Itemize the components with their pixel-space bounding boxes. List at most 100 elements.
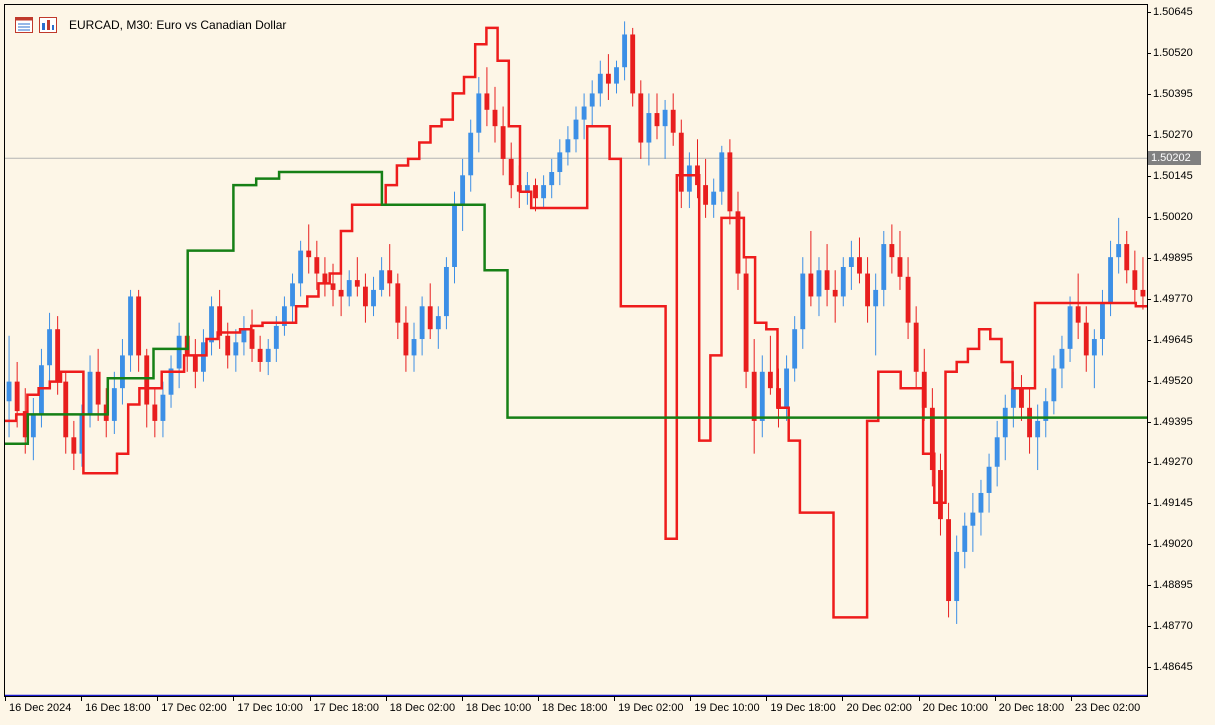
candle-body: [622, 34, 628, 68]
price-tick-label: 1.50145: [1153, 169, 1193, 182]
candle-body: [719, 152, 725, 192]
price-tick-label: 1.49145: [1153, 497, 1193, 510]
chart-properties-icon[interactable]: [39, 17, 57, 33]
chart-area[interactable]: EURCAD, M30: Euro vs Canadian Dollar: [4, 4, 1148, 697]
candle-body: [1124, 244, 1130, 271]
candle-body: [1051, 368, 1057, 402]
candle-body: [686, 165, 692, 192]
candle-body: [840, 266, 846, 297]
candle-body: [233, 342, 239, 356]
time-tick-label: 17 Dec 18:00: [313, 702, 379, 714]
candle-body: [954, 551, 960, 602]
price-tick-label: 1.49895: [1153, 251, 1193, 264]
candle-body: [298, 250, 304, 284]
candle-body: [152, 404, 158, 421]
time-tick-label: 20 Dec 02:00: [846, 702, 912, 714]
candle-body: [897, 257, 903, 277]
candle-body: [71, 437, 77, 454]
candle-body: [87, 371, 93, 415]
candle-body: [387, 270, 393, 284]
candle-body: [1100, 303, 1105, 340]
candle-body: [905, 276, 911, 323]
candle-body: [889, 244, 895, 258]
candle-body: [6, 381, 12, 402]
candle-body: [403, 322, 409, 356]
candle-body: [986, 466, 992, 493]
candle-body: [176, 335, 182, 369]
candle-body: [735, 211, 741, 274]
candle-body: [759, 371, 765, 421]
time-scale[interactable]: 16 Dec 2024 16 Dec 18:00 17 Dec 02:00 17 De…: [0, 696, 1147, 725]
candle-body: [703, 185, 709, 205]
price-tick-label: 1.50520: [1153, 47, 1193, 60]
candle-body: [290, 283, 295, 307]
price-tick-label: 1.49270: [1153, 456, 1193, 469]
candle-body: [460, 175, 466, 205]
candle-body: [492, 109, 498, 127]
candle-body: [541, 185, 547, 199]
candle-body: [962, 525, 968, 552]
price-tick-label: 1.48770: [1153, 620, 1193, 633]
candle-body: [322, 273, 328, 284]
candle-body: [857, 257, 862, 274]
time-tick-label: 20 Dec 18:00: [998, 702, 1065, 714]
candle-body: [95, 371, 101, 405]
candle-body: [63, 381, 69, 438]
symbol-title: EURCAD, M30: Euro vs Canadian Dollar: [69, 18, 287, 32]
candle-body: [881, 244, 887, 290]
price-chart[interactable]: [5, 5, 1147, 696]
time-tick-label: 18 Dec 02:00: [389, 702, 456, 714]
candle-body: [654, 113, 660, 127]
price-tick: 1.50645: [1147, 6, 1215, 19]
price-tick: 1.50270: [1147, 129, 1215, 142]
candle-body: [727, 152, 733, 212]
price-tick: 1.49270: [1147, 456, 1215, 469]
chart-header: EURCAD, M30: Euro vs Canadian Dollar: [15, 15, 286, 35]
candle-body: [792, 329, 798, 369]
time-tick-label: 16 Dec 2024: [9, 702, 72, 714]
price-tick-label: 1.48895: [1153, 579, 1193, 592]
candle-body: [784, 368, 790, 408]
candle-body: [573, 119, 579, 140]
price-tick-label: 1.49645: [1153, 333, 1193, 346]
table-icon[interactable]: [15, 17, 33, 33]
candle-body: [800, 273, 806, 330]
candle-body: [192, 355, 198, 372]
candle-body: [314, 257, 320, 274]
price-tick: 1.48895: [1147, 579, 1215, 592]
candle-body: [816, 270, 822, 297]
candle-body: [581, 106, 587, 120]
candle-body: [338, 289, 344, 297]
candle-body: [128, 296, 133, 356]
candle-body: [1075, 306, 1081, 323]
time-tick-label: 19 Dec 18:00: [770, 702, 836, 714]
price-scale[interactable]: 1.50645 1.50520 1.50395 1.50270 1.50145 1.500…: [1147, 0, 1215, 725]
price-tick: 1.50520: [1147, 47, 1215, 60]
price-tick: 1.50145: [1147, 169, 1215, 183]
candle-body: [670, 109, 676, 133]
candle-body: [435, 316, 441, 330]
candle-body: [411, 339, 417, 356]
candle-body: [978, 492, 984, 513]
time-tick-label: 17 Dec 02:00: [161, 702, 227, 714]
candle-body: [476, 93, 482, 133]
price-tick: 1.49770: [1147, 293, 1215, 306]
candle-body: [241, 329, 247, 343]
price-tick-label: 1.50395: [1153, 88, 1193, 101]
candle-body: [14, 381, 20, 412]
candle-body: [30, 414, 36, 438]
candle-body: [533, 185, 538, 199]
candle-body: [225, 335, 231, 356]
candle-body: [371, 289, 376, 307]
time-tick-label: 16 Dec 18:00: [85, 702, 151, 714]
candle-body: [257, 348, 263, 362]
candle-body: [209, 306, 214, 343]
price-tick: 1.48770: [1147, 620, 1215, 633]
candle-body: [306, 250, 312, 258]
price-tick-label: 1.48645: [1153, 661, 1193, 674]
candle-body: [865, 273, 871, 307]
candle-body: [508, 158, 514, 186]
candle-body: [1132, 270, 1138, 290]
candle-body: [468, 132, 474, 176]
candle-body: [111, 388, 117, 421]
